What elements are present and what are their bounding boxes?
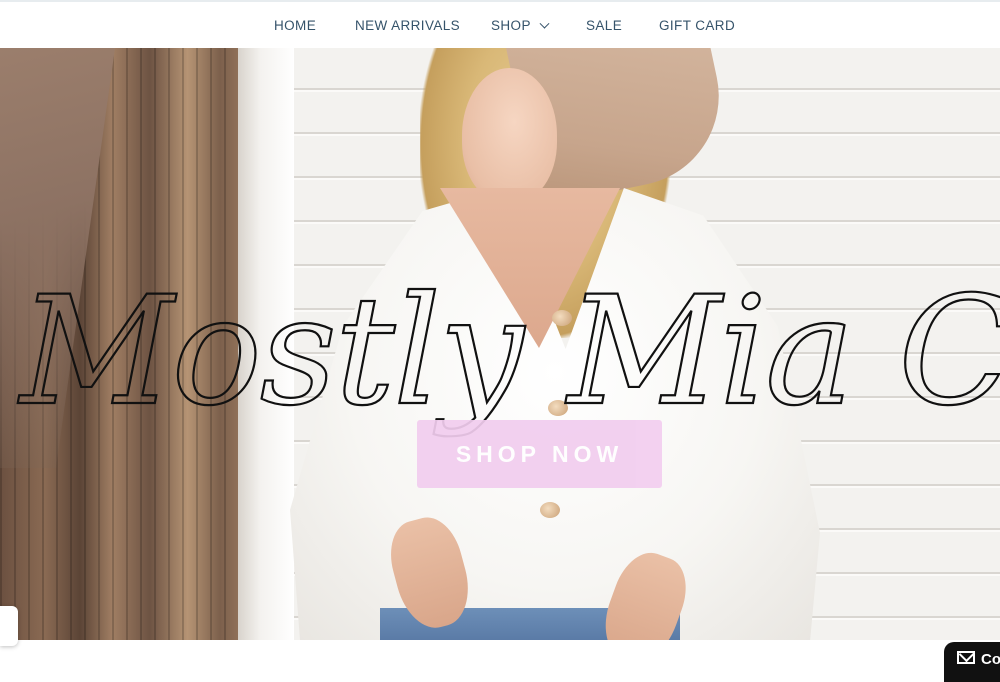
nav-new-arrivals[interactable]: NEW ARRIVALS bbox=[355, 18, 460, 33]
contact-button-label: Co bbox=[981, 651, 1000, 668]
nav-gift-card[interactable]: GIFT CARD bbox=[659, 18, 735, 33]
nav-home[interactable]: HOME bbox=[274, 18, 316, 33]
contact-button[interactable]: Co bbox=[944, 642, 1000, 682]
hero-banner: Mostly Mia Collectio SHOP NOW bbox=[0, 48, 1000, 640]
nav-sale[interactable]: SALE bbox=[586, 18, 622, 33]
chevron-down-icon bbox=[539, 18, 550, 29]
nav-shop[interactable]: SHOP bbox=[491, 18, 550, 33]
envelope-icon bbox=[957, 651, 975, 664]
side-tab-handle[interactable] bbox=[0, 606, 18, 646]
shop-now-button[interactable]: SHOP NOW bbox=[417, 420, 662, 488]
hero-model-face bbox=[462, 68, 557, 203]
hero-title-text: Mostly Mia Collectio bbox=[17, 265, 1000, 439]
page-below-hero bbox=[0, 640, 1000, 667]
main-navigation: HOME NEW ARRIVALS SHOP SALE GIFT CARD bbox=[0, 2, 1000, 48]
nav-shop-label: SHOP bbox=[491, 18, 531, 33]
